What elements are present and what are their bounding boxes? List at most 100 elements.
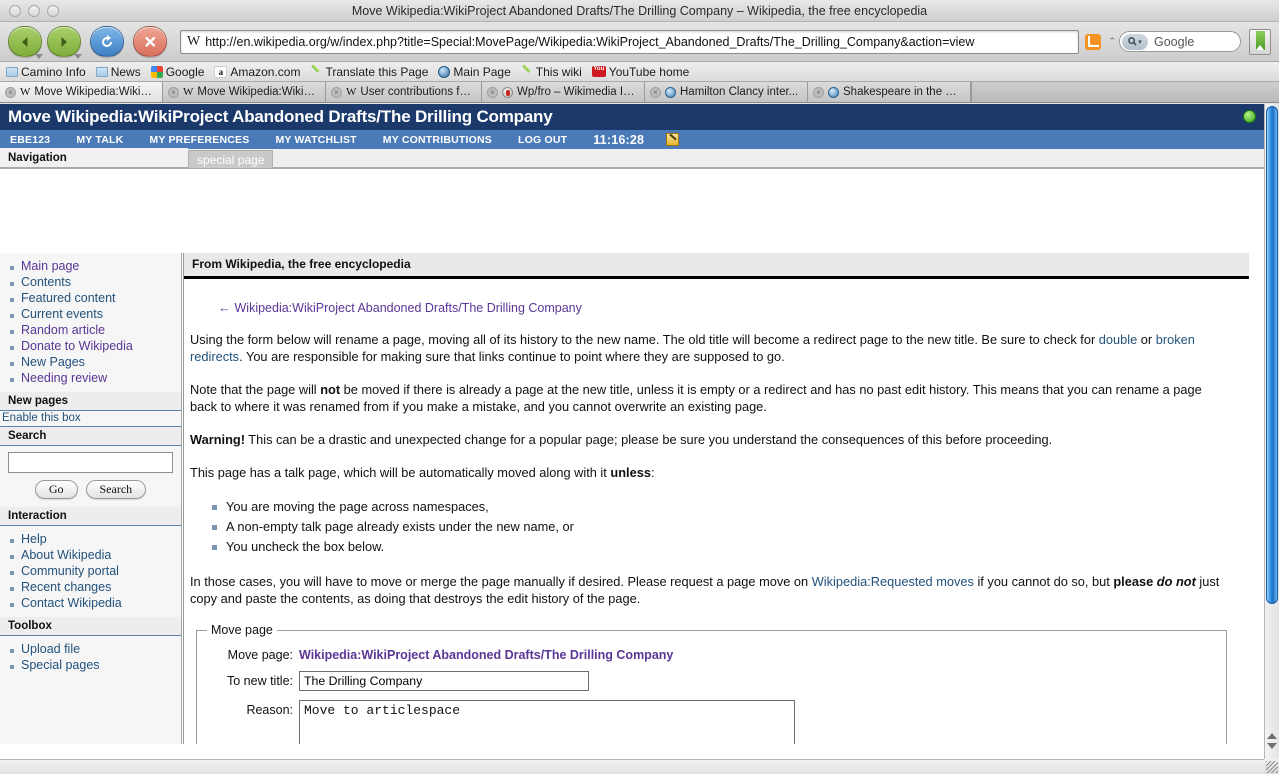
stop-button[interactable] [133,26,167,57]
bookmark-label: YouTube home [608,64,690,79]
browser-tab-3[interactable]: × W User contributions for... [326,82,482,102]
user-link-my-contributions[interactable]: MY CONTRIBUTIONS [383,134,492,146]
bookmark-label: This wiki [535,64,582,79]
sidebar-item-featured-content[interactable]: Featured content [0,290,181,306]
requested-moves-link[interactable]: Wikipedia:Requested moves [812,574,974,589]
portlet-toolbox-body: Upload file Special pages [0,636,181,679]
search-input[interactable] [8,452,173,473]
bookmark-label: Google [165,64,205,79]
sidebar-item-main-page[interactable]: Main page [0,258,181,274]
sidebar-item-community-portal[interactable]: Community portal [0,563,181,579]
chevron-down-icon[interactable]: ⌃ [1108,36,1116,47]
bookmark-main-page[interactable]: Main Page [438,65,511,79]
search-submit-button[interactable]: Search [85,480,147,499]
browser-tab-1[interactable]: × W Move Wikipedia:WikiPr... [0,82,163,102]
sidebar-item-current-events[interactable]: Current events [0,306,181,322]
sidebar-new-pages-note[interactable]: Enable this box [0,411,181,427]
sidebar-link[interactable]: Recent changes [21,580,111,594]
bookmark-news[interactable]: News [95,65,141,79]
browser-tab-4[interactable]: × Wp/fro – Wikimedia In... [482,82,645,102]
bookmark-google[interactable]: Google [150,64,205,79]
close-window-button[interactable] [9,4,21,17]
sidebar-link[interactable]: Help [21,532,47,546]
breadcrumb-link[interactable]: Wikipedia:WikiProject Abandoned Drafts/T… [235,301,582,315]
double-redirects-link[interactable]: double [1099,332,1137,347]
scroll-down-icon[interactable] [1267,743,1277,749]
browser-tab-6[interactable]: × Shakespeare in the Pa... [808,82,971,102]
sidebar-link[interactable]: Community portal [21,564,119,578]
sidebar-link[interactable]: Contents [21,275,71,289]
user-link-ebe123[interactable]: EBE123 [10,134,50,146]
scroll-up-icon[interactable] [1267,733,1277,739]
bookmark-youtube-home[interactable]: You YouTube home [591,64,690,79]
reason-textarea[interactable]: Move to articlespace [299,700,795,744]
sidebar-item-about-wikipedia[interactable]: About Wikipedia [0,547,181,563]
user-link-my-talk[interactable]: MY TALK [76,134,123,146]
sidebar-link[interactable]: Random article [21,323,105,337]
back-button[interactable] [8,26,43,59]
zoom-window-button[interactable] [47,4,59,17]
sidebar-link[interactable]: Upload file [21,642,80,656]
bookmarks-toggle-button[interactable] [1249,28,1271,55]
minimize-window-button[interactable] [28,4,40,17]
sidebar-link[interactable]: Main page [21,259,79,273]
window-resize-grip[interactable] [1264,759,1279,774]
browser-tab-5[interactable]: × Hamilton Clancy inter... [645,82,808,102]
edit-note-icon[interactable] [666,133,680,146]
sidebar-link[interactable]: New Pages [21,355,85,369]
forward-button[interactable] [47,26,82,59]
sidebar-item-contact-wikipedia[interactable]: Contact Wikipedia [0,595,181,611]
sidebar-link[interactable]: Featured content [21,291,116,305]
p2-text-a: Note that the page will [190,382,321,397]
sidebar-item-special-pages[interactable]: Special pages [0,657,181,673]
sidebar-link[interactable]: Needing review [21,371,107,385]
sidebar-link[interactable]: Current events [21,307,103,321]
scrollbar-arrows[interactable] [1265,729,1279,759]
user-link-my-watchlist[interactable]: MY WATCHLIST [275,134,356,146]
tab-special-page[interactable]: special page [188,150,274,168]
clock-display[interactable]: 11:16:28 [593,133,644,147]
move-page-source-title[interactable]: Wikipedia:WikiProject Abandoned Drafts/T… [299,645,673,662]
sidebar-item-donate-to-wikipedia[interactable]: Donate to Wikipedia [0,338,181,354]
close-icon[interactable]: × [5,86,16,98]
bookmark-camino-info[interactable]: Camino Info [6,65,86,79]
close-icon[interactable]: × [331,86,342,98]
close-icon[interactable]: × [650,86,661,98]
url-bar[interactable]: W http://en.wikipedia.org/w/index.php?ti… [180,29,1080,54]
sidebar-item-recent-changes[interactable]: Recent changes [0,579,181,595]
sidebar-link[interactable]: Contact Wikipedia [21,596,122,610]
p5-bold-please: please [1113,574,1157,589]
sidebar-link[interactable]: Special pages [21,658,100,672]
bookmark-amazon[interactable]: a Amazon.com [214,65,300,79]
search-input[interactable]: ▾ Google [1119,31,1241,52]
user-link-my-preferences[interactable]: MY PREFERENCES [149,134,249,146]
rss-feed-icon[interactable] [1085,33,1102,50]
sidebar-item-new-pages[interactable]: New Pages [0,354,181,370]
browser-tab-2[interactable]: × W Move Wikipedia:WikiPr... [163,82,326,102]
vertical-scrollbar-thumb[interactable] [1266,106,1278,604]
close-icon[interactable]: × [813,86,824,98]
p3-text: This can be a drastic and unexpected cha… [244,432,1053,447]
sidebar-link[interactable]: About Wikipedia [21,548,111,562]
bookmark-this-wiki[interactable]: This wiki [521,65,582,79]
user-link-log-out[interactable]: LOG OUT [518,134,567,146]
forward-history-caret-icon[interactable] [74,54,82,59]
sidebar-item-upload-file[interactable]: Upload file [0,641,181,657]
close-icon[interactable]: × [487,86,498,98]
horizontal-scrollbar[interactable] [0,759,1264,774]
vertical-scrollbar[interactable] [1264,104,1279,759]
close-icon[interactable]: × [168,86,179,98]
search-icon[interactable]: ▾ [1122,33,1148,50]
search-buttons: Go Search [8,480,173,499]
sidebar-item-random-article[interactable]: Random article [0,322,181,338]
bookmark-translate-this-page[interactable]: Translate this Page [310,65,428,79]
wiki-page: Move Wikipedia:WikiProject Abandoned Dra… [0,104,1264,759]
back-history-caret-icon[interactable] [35,54,43,59]
sidebar-item-help[interactable]: Help [0,531,181,547]
new-title-input[interactable] [299,671,589,691]
sidebar-link[interactable]: Donate to Wikipedia [21,339,133,353]
search-go-button[interactable]: Go [34,480,78,499]
sidebar-item-contents[interactable]: Contents [0,274,181,290]
reload-button[interactable] [90,26,124,57]
sidebar-item-needing-review[interactable]: Needing review [0,370,181,386]
